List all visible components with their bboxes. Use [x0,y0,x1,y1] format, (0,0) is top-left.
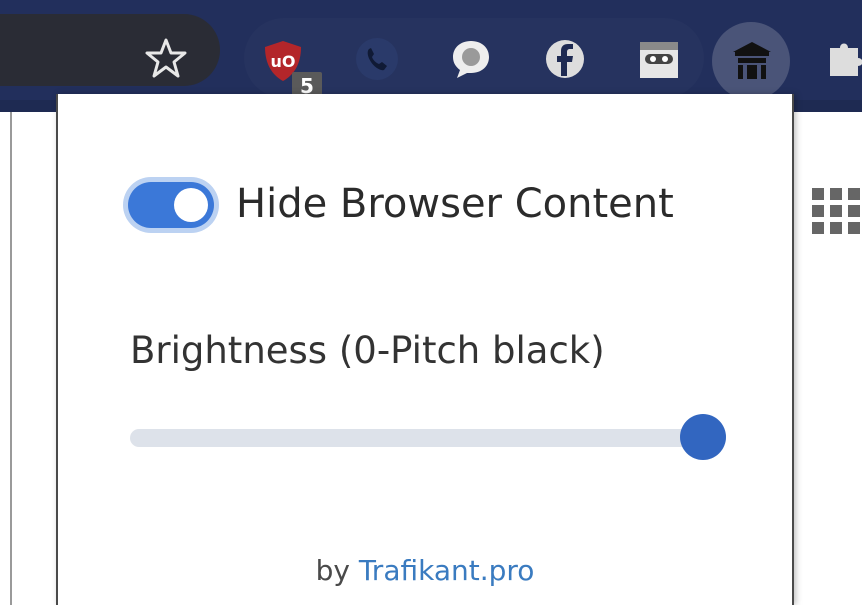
slider-thumb[interactable] [680,414,726,460]
extension-popup: Hide Browser Content Brightness (0-Pitch… [56,94,794,605]
apps-grid-icon[interactable] [812,188,862,234]
ninja-mask-icon[interactable] [636,36,682,82]
footer-prefix: by [315,554,350,587]
page-divider [10,112,12,605]
slider-track [130,429,726,447]
puzzle-icon[interactable] [822,36,862,82]
chat-bubble-icon[interactable] [448,36,494,82]
brightness-label: Brightness (0-Pitch black) [130,329,605,372]
star-icon[interactable] [144,36,188,80]
svg-text:uO: uO [271,52,296,71]
hide-content-toggle[interactable] [128,182,214,228]
trafikant-link[interactable]: Trafikant.pro [359,554,535,587]
browser-window: uO 5 Hide Browser Content Brightness (0-… [0,0,862,605]
toggle-knob [174,188,208,222]
brightness-slider[interactable] [130,412,726,466]
phone-icon[interactable] [354,36,400,82]
temple-icon[interactable] [729,38,775,84]
hide-content-label: Hide Browser Content [236,181,674,227]
popup-footer: by Trafikant.pro [58,554,792,587]
facebook-icon[interactable] [542,36,588,82]
